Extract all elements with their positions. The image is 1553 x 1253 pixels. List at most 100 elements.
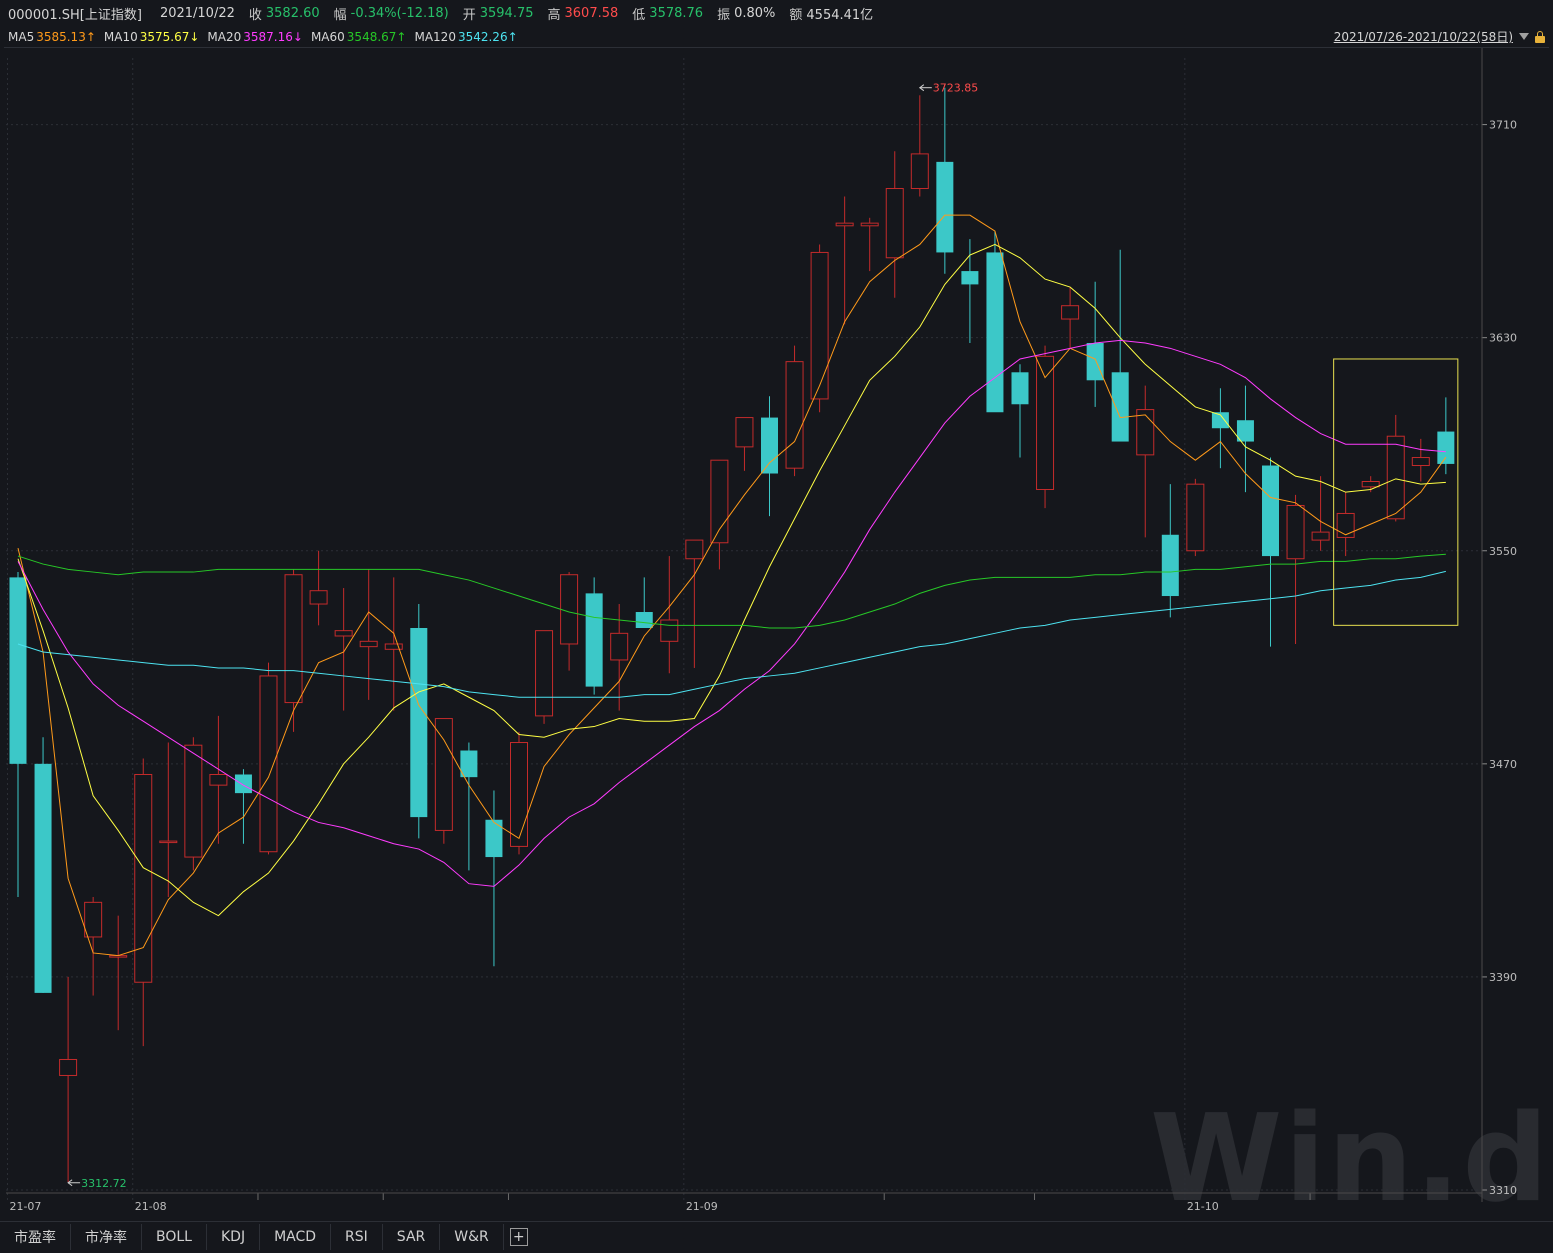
candle-body: [485, 819, 503, 858]
candle: [460, 742, 478, 871]
candle: [1211, 388, 1229, 469]
candle: [1311, 476, 1330, 551]
high-label: 高: [547, 7, 561, 23]
candle-body: [234, 774, 252, 794]
candle: [986, 231, 1004, 413]
tab-pe[interactable]: 市盈率: [0, 1224, 71, 1250]
candle-body: [1336, 512, 1355, 538]
candle: [510, 731, 528, 855]
candle: [761, 396, 778, 517]
security-code[interactable]: 000001.SH[上证指数]: [8, 4, 142, 23]
tab-kdj[interactable]: KDJ: [207, 1224, 261, 1250]
date-range-text[interactable]: 2021/07/26-2021/10/22(58日): [1334, 28, 1513, 45]
low-value: 3578.76: [649, 5, 704, 21]
candle-body: [1236, 420, 1254, 442]
candle-body: [585, 593, 603, 687]
amplitude-value: 0.80%: [734, 5, 776, 21]
candle-body: [209, 773, 228, 786]
candle-body: [259, 675, 278, 853]
candle: [159, 742, 178, 898]
candle: [434, 718, 453, 844]
candle-body: [560, 574, 579, 645]
tab-macd[interactable]: MACD: [260, 1224, 332, 1250]
ma5-label: MA5: [8, 30, 35, 44]
candle: [1411, 438, 1430, 482]
indicator-tabs: 市盈率 市净率 BOLL KDJ MACD RSI SAR W&R +: [0, 1221, 1553, 1252]
annotation-label: 3723.85: [933, 82, 979, 95]
quote-info-row: 000001.SH[上证指数] 2021/10/22 收 3582.60 幅 -…: [0, 0, 1553, 26]
candle-body: [810, 251, 829, 400]
candle: [710, 459, 729, 570]
candle-body: [986, 252, 1004, 413]
candle-body: [535, 630, 554, 717]
candle: [936, 87, 954, 274]
candle: [910, 95, 929, 197]
candle: [284, 569, 303, 732]
change-value: -0.34%(-12.18): [350, 5, 449, 21]
candle-body: [1036, 355, 1055, 490]
date-range-selector[interactable]: 2021/07/26-2021/10/22(58日): [1334, 28, 1545, 45]
candle-body: [860, 222, 879, 227]
ma60-label: MA60: [310, 30, 345, 44]
x-tick-label: 21-07: [9, 1200, 41, 1213]
open-value: 3594.75: [479, 5, 534, 21]
amplitude-label: 振: [717, 7, 731, 23]
ma5-value: 3585.13↑: [36, 30, 96, 44]
change-label: 幅: [333, 7, 347, 23]
tab-boll[interactable]: BOLL: [142, 1224, 207, 1250]
candle-body: [835, 222, 854, 227]
candle: [560, 572, 579, 671]
ma60-value: 3548.67↑: [346, 30, 407, 44]
candle-body: [1136, 409, 1155, 456]
candle: [1161, 484, 1179, 618]
candle-body: [660, 619, 679, 642]
amount-value: 4554.41亿: [806, 7, 874, 23]
candle-body: [761, 417, 778, 474]
candle-body: [885, 188, 904, 259]
candle: [234, 769, 252, 844]
candle-body: [309, 590, 328, 605]
lock-icon[interactable]: [1535, 30, 1545, 43]
candle-body: [1186, 483, 1205, 552]
candlestick-chart[interactable]: 3310 3390 3470 3550 3630 3710 21-07 21-08 21-09 2…: [0, 47, 1553, 1221]
candle-body: [910, 153, 929, 190]
candle-body: [34, 763, 52, 993]
candle-body: [936, 161, 954, 253]
tab-wr[interactable]: W&R: [440, 1224, 504, 1250]
candle: [109, 915, 128, 1031]
candle-body: [1061, 305, 1080, 320]
candle-body: [84, 901, 103, 938]
candle: [384, 577, 403, 711]
tab-rsi[interactable]: RSI: [331, 1224, 383, 1250]
add-indicator-icon[interactable]: +: [509, 1228, 528, 1246]
tab-sar[interactable]: SAR: [383, 1224, 441, 1250]
ma20-value: 3587.16↓: [243, 30, 303, 44]
tab-pb[interactable]: 市净率: [71, 1224, 142, 1250]
candle-body: [610, 632, 629, 661]
candle: [635, 577, 653, 628]
candle-body: [1386, 435, 1405, 520]
candle-body: [334, 630, 353, 637]
candle-body: [1011, 372, 1029, 405]
candle-body: [284, 574, 303, 704]
candle-body: [735, 417, 754, 448]
annotation-label: 3312.72: [81, 1177, 127, 1190]
ma-line-ma120: [17, 570, 1446, 698]
candle-body: [1411, 457, 1430, 467]
candle-body: [184, 744, 203, 858]
open-label: 开: [462, 7, 476, 23]
candle: [1437, 397, 1455, 475]
candle-body: [1161, 534, 1179, 597]
candle: [309, 550, 328, 626]
high-value: 3607.58: [564, 5, 619, 21]
candle-body: [1262, 465, 1279, 557]
chevron-down-icon[interactable]: [1519, 33, 1529, 40]
low-label: 低: [632, 7, 646, 23]
candle-body: [685, 539, 704, 560]
candle: [1286, 494, 1305, 644]
candle-body: [359, 640, 378, 648]
candle-body: [434, 718, 453, 831]
close-label: 收: [248, 7, 262, 23]
candle: [835, 196, 854, 325]
candle: [1262, 457, 1279, 647]
